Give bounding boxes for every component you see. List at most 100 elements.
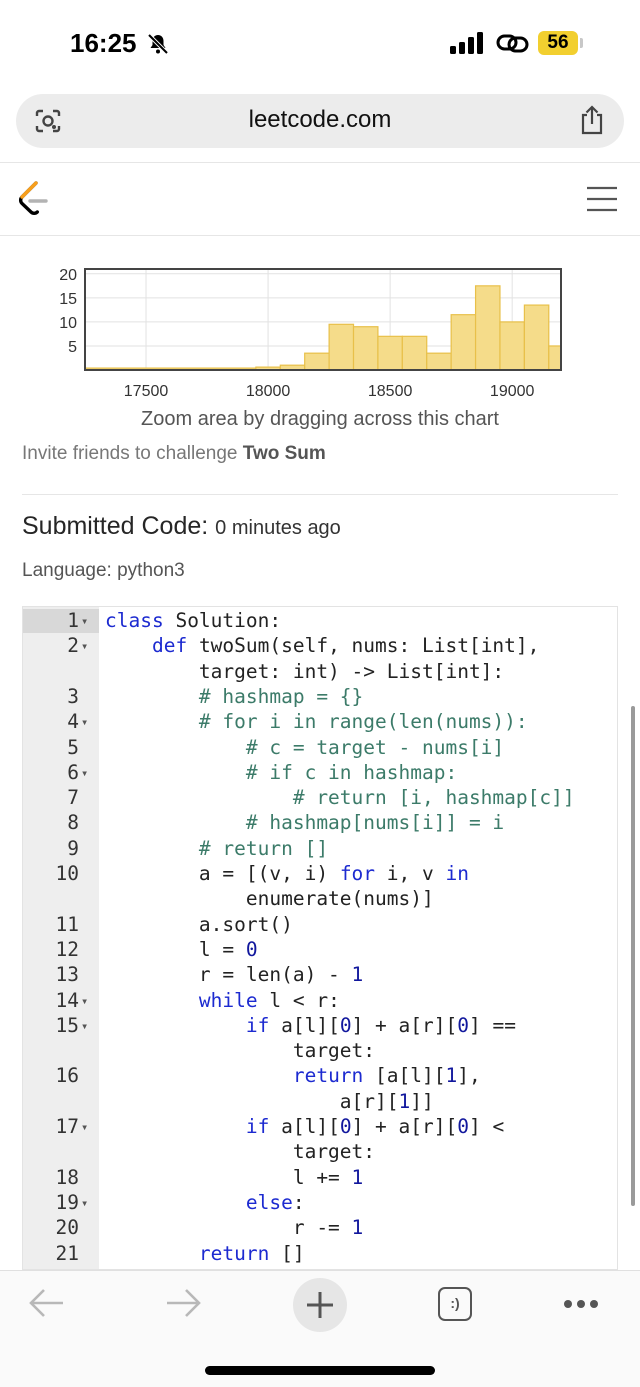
code-line: else:: [245, 1190, 305, 1214]
chart-caption: Zoom area by dragging across this chart: [141, 408, 499, 430]
code-editor[interactable]: 1 ▾ class Solution: 2 ▾ def twoSum(self, num…: [22, 606, 618, 1270]
fold-chevron-icon[interactable]: ▾: [81, 639, 88, 653]
hamburger-menu-icon[interactable]: [586, 186, 618, 212]
histogram-bar[interactable]: [523, 304, 550, 371]
code-line: # hashmap[nums[i]] = i: [105, 811, 505, 835]
language-label: Language: python3: [22, 560, 185, 581]
histogram-bar[interactable]: [352, 326, 379, 371]
fold-chevron-icon[interactable]: ▾: [81, 1120, 88, 1134]
line-number: 9: [67, 836, 79, 860]
code-line: l = 0: [105, 937, 258, 961]
submitted-code-heading: Submitted Code: 0 minutes ago: [22, 512, 341, 541]
code-line: # return [i, hashmap[c]]: [105, 786, 575, 810]
code-line: return [a[l][1],: [292, 1064, 481, 1088]
histogram-bar[interactable]: [548, 345, 562, 371]
y-tick-label: 10: [59, 315, 77, 332]
invite-text: Invite friends to challenge Two Sum: [22, 443, 326, 465]
code-line: a.sort(): [105, 912, 293, 936]
line-number: 14: [55, 988, 79, 1012]
line-number: 8: [67, 811, 79, 835]
y-tick-label: 20: [59, 267, 77, 284]
invite-prefix: Invite friends to challenge: [22, 443, 243, 464]
line-number: 6: [67, 760, 79, 784]
line-number: 2: [67, 634, 79, 658]
line-number: 1: [67, 609, 79, 632]
divider: [0, 235, 640, 236]
code-line: r -= 1: [105, 1216, 364, 1240]
line-number: 3: [67, 684, 79, 708]
code-line: # if c in hashmap:: [105, 760, 458, 784]
code-line: if a[l][0] + a[r][0] <: [245, 1115, 505, 1138]
x-tick-label: 17500: [124, 383, 169, 400]
line-number: 12: [55, 937, 79, 961]
runtime-distribution-chart[interactable]: 5 10 15 20 17500 18000 18500 19000: [50, 258, 580, 403]
forward-arrow-icon[interactable]: [164, 1287, 202, 1319]
back-arrow-icon[interactable]: [28, 1287, 66, 1319]
code-line: # for i in range(len(nums)):: [105, 710, 528, 734]
code-line: # c = target - nums[i]: [105, 735, 505, 759]
code-line: a[r][1]]: [105, 1089, 434, 1113]
bell-muted-icon: [147, 33, 169, 55]
line-number: 18: [55, 1165, 79, 1189]
code-line: def twoSum(self, nums: List[int],: [151, 634, 540, 658]
histogram-bar[interactable]: [377, 335, 403, 371]
line-number: 17: [55, 1115, 79, 1138]
url-text[interactable]: leetcode.com: [16, 106, 624, 134]
more-options-icon[interactable]: [562, 1298, 600, 1310]
fold-chevron-icon[interactable]: ▾: [81, 715, 88, 729]
fold-chevron-icon[interactable]: ▾: [81, 1019, 88, 1033]
divider: [0, 162, 640, 163]
line-number: 19: [55, 1190, 79, 1214]
code-line: if a[l][0] + a[r][0] ==: [245, 1013, 516, 1037]
submission-time: 0 minutes ago: [215, 517, 341, 539]
histogram-bar[interactable]: [401, 335, 428, 371]
status-time: 16:25: [70, 28, 137, 58]
code-line: class Solution:: [105, 609, 282, 632]
code-line: a = [(v, i) for i, v in: [105, 862, 469, 885]
code-line: target: int) -> List[int]:: [105, 659, 505, 683]
invite-problem-link[interactable]: Two Sum: [243, 443, 326, 464]
tab-switcher-button[interactable]: :): [438, 1287, 472, 1321]
share-icon[interactable]: [578, 104, 606, 136]
code-line: r = len(a) - 1: [105, 963, 364, 987]
scrollbar[interactable]: [631, 706, 635, 1206]
line-number: 5: [67, 735, 79, 759]
code-line: target:: [105, 1039, 376, 1063]
status-bar: 16:25 56: [0, 0, 640, 88]
x-tick-label: 19000: [490, 383, 535, 400]
line-number: 13: [55, 963, 79, 987]
line-number: 4: [67, 710, 79, 734]
new-tab-plus-icon[interactable]: [292, 1277, 348, 1333]
code-line: target:: [105, 1140, 376, 1164]
fold-chevron-icon[interactable]: ▾: [81, 614, 88, 628]
line-number: 10: [55, 862, 79, 885]
address-bar[interactable]: leetcode.com: [16, 94, 624, 148]
fold-chevron-icon[interactable]: ▾: [81, 766, 88, 780]
histogram-bar[interactable]: [426, 352, 452, 371]
x-tick-label: 18000: [246, 383, 291, 400]
code-line: enumerate(nums)]: [105, 887, 434, 911]
code-line: # return []: [105, 836, 329, 860]
divider: [22, 494, 618, 495]
submitted-code-label: Submitted Code:: [22, 512, 209, 540]
histogram-bar[interactable]: [474, 285, 501, 371]
fold-chevron-icon[interactable]: ▾: [81, 1196, 88, 1210]
histogram-bar[interactable]: [450, 314, 477, 371]
y-tick-label: 15: [59, 291, 77, 308]
histogram-bar[interactable]: [499, 321, 525, 371]
fold-chevron-icon[interactable]: ▾: [81, 994, 88, 1008]
signal-icon: [450, 32, 483, 54]
code-line: return []: [198, 1241, 305, 1265]
x-tick-label: 18500: [368, 383, 413, 400]
histogram-bar[interactable]: [328, 323, 355, 371]
leetcode-logo-icon[interactable]: [16, 180, 50, 218]
code-line: l += 1: [105, 1165, 364, 1189]
line-number: 15: [55, 1013, 79, 1037]
battery-indicator: 56: [538, 31, 578, 55]
line-number: 16: [55, 1064, 79, 1088]
line-number: 11: [55, 912, 79, 936]
link-icon: [496, 34, 529, 53]
battery-nub: [580, 38, 583, 48]
histogram-bar[interactable]: [304, 352, 330, 371]
home-indicator[interactable]: [205, 1366, 435, 1375]
